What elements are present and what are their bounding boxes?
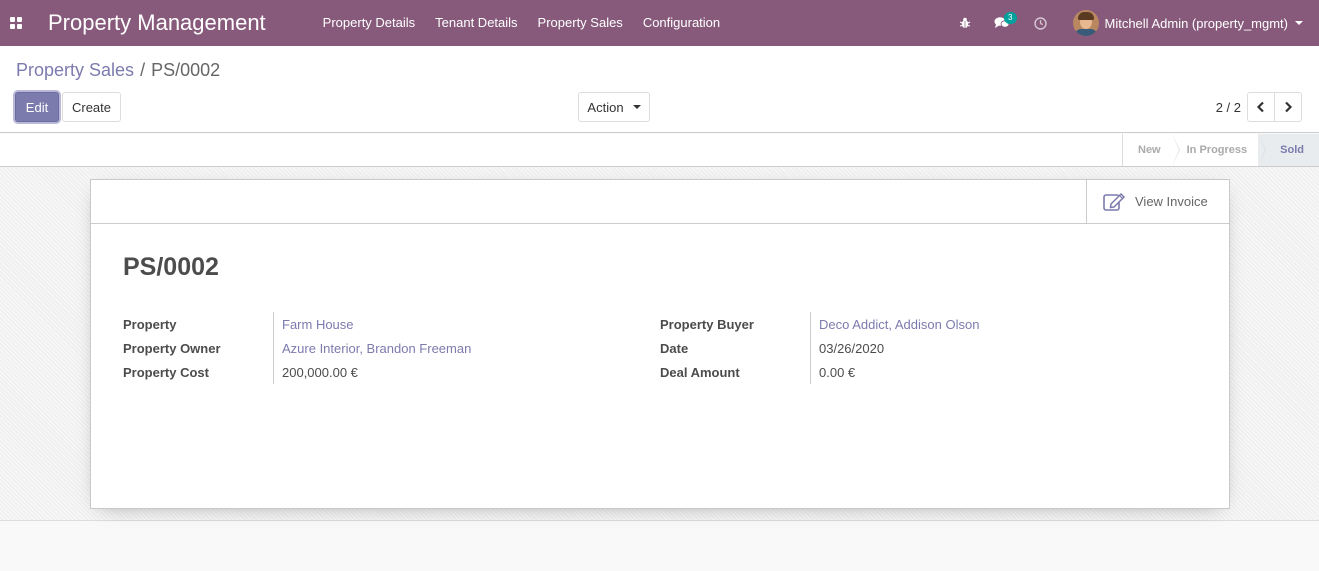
breadcrumb-separator: /: [140, 60, 146, 80]
menu-item-property-details[interactable]: Property Details: [313, 0, 425, 46]
user-name: Mitchell Admin (property_mgmt): [1104, 15, 1289, 31]
property-buyer-link[interactable]: Deco Addict, Addison Olson: [810, 317, 979, 332]
status-step-sold[interactable]: Sold: [1258, 134, 1319, 166]
control-panel: Property Sales / PS/0002 Edit Create Actio…: [0, 46, 1319, 133]
edit-button-label: Edit: [25, 99, 49, 115]
field-date: Date 03/26/2020: [660, 336, 979, 360]
field-deal-amount: Deal Amount 0.00 €: [660, 360, 979, 384]
edit-button[interactable]: Edit: [15, 92, 59, 122]
menu-item-property-sales[interactable]: Property Sales: [528, 0, 633, 46]
field-label: Date: [660, 340, 689, 356]
menu-item-tenant-details[interactable]: Tenant Details: [425, 0, 527, 46]
status-steps: New In Progress Sold: [1122, 134, 1319, 166]
field-group-right: Property Buyer Deco Addict, Addison Olso…: [660, 312, 979, 384]
chevron-left-icon: [1256, 101, 1264, 113]
pager-previous-button[interactable]: [1247, 92, 1275, 122]
view-invoice-label: View Invoice: [1135, 194, 1208, 209]
activity-clock-icon[interactable]: [1029, 0, 1053, 46]
form-view: New In Progress Sold View Invoice PS/000…: [0, 134, 1319, 521]
button-box: View Invoice: [91, 180, 1229, 224]
user-menu[interactable]: Mitchell Admin (property_mgmt): [1072, 0, 1303, 46]
edit-invoice-icon: [1103, 192, 1126, 211]
status-step-label: Sold: [1280, 144, 1304, 156]
breadcrumb-current: PS/0002: [151, 60, 221, 80]
status-step-new[interactable]: New: [1123, 134, 1180, 166]
field-label: Property Buyer: [660, 316, 754, 332]
apps-menu-icon[interactable]: [0, 0, 32, 46]
chevron-down-icon: [1295, 21, 1303, 25]
property-owner-link[interactable]: Azure Interior, Brandon Freeman: [273, 341, 471, 356]
date-value: 03/26/2020: [819, 340, 885, 356]
pager-value[interactable]: 2 / 2: [1216, 100, 1241, 115]
action-dropdown-label: Action: [587, 99, 624, 115]
field-property: Property Farm House: [123, 312, 471, 336]
chevron-right-icon: [1285, 101, 1293, 113]
debug-bug-icon[interactable]: [953, 0, 977, 46]
status-step-in-progress[interactable]: In Progress: [1172, 134, 1267, 166]
systray: 3 Mitchell Admin (property_mgmt): [953, 0, 1319, 46]
view-invoice-button[interactable]: View Invoice: [1086, 180, 1229, 223]
field-property-cost: Property Cost 200,000.00 €: [123, 360, 471, 384]
avatar: [1072, 10, 1099, 36]
breadcrumb-parent-link[interactable]: Property Sales: [16, 60, 134, 80]
property-cost-value: 200,000.00 €: [282, 364, 358, 380]
field-property-buyer: Property Buyer Deco Addict, Addison Olso…: [660, 312, 979, 336]
app-brand[interactable]: Property Management: [48, 10, 266, 36]
field-label: Property Owner: [123, 340, 221, 356]
action-dropdown[interactable]: Action: [578, 92, 650, 122]
status-step-label: In Progress: [1186, 144, 1248, 156]
pager-next-button[interactable]: [1274, 92, 1302, 122]
statusbar: New In Progress Sold: [0, 134, 1319, 167]
breadcrumb: Property Sales / PS/0002: [16, 60, 220, 81]
form-sheet: View Invoice PS/0002 Property Farm House…: [90, 179, 1230, 509]
record-title: PS/0002: [123, 253, 219, 281]
main-menu: Property Details Tenant Details Property…: [313, 0, 730, 46]
field-group-left: Property Farm House Property Owner Azure…: [123, 312, 471, 384]
caret-down-icon: [632, 105, 641, 109]
field-label: Deal Amount: [660, 364, 740, 380]
field-label: Property: [123, 316, 177, 332]
messages-badge: 3: [1004, 12, 1017, 24]
property-link[interactable]: Farm House: [273, 317, 354, 332]
field-label: Property Cost: [123, 364, 209, 380]
top-navbar: Property Management Property Details Ten…: [0, 0, 1319, 46]
menu-item-configuration[interactable]: Configuration: [633, 0, 730, 46]
deal-amount-value: 0.00 €: [819, 364, 856, 380]
create-button-label: Create: [71, 99, 112, 115]
status-step-label: New: [1138, 144, 1161, 156]
messages-chat-icon[interactable]: 3: [987, 0, 1017, 46]
field-property-owner: Property Owner Azure Interior, Brandon F…: [123, 336, 471, 360]
create-button[interactable]: Create: [62, 92, 121, 122]
